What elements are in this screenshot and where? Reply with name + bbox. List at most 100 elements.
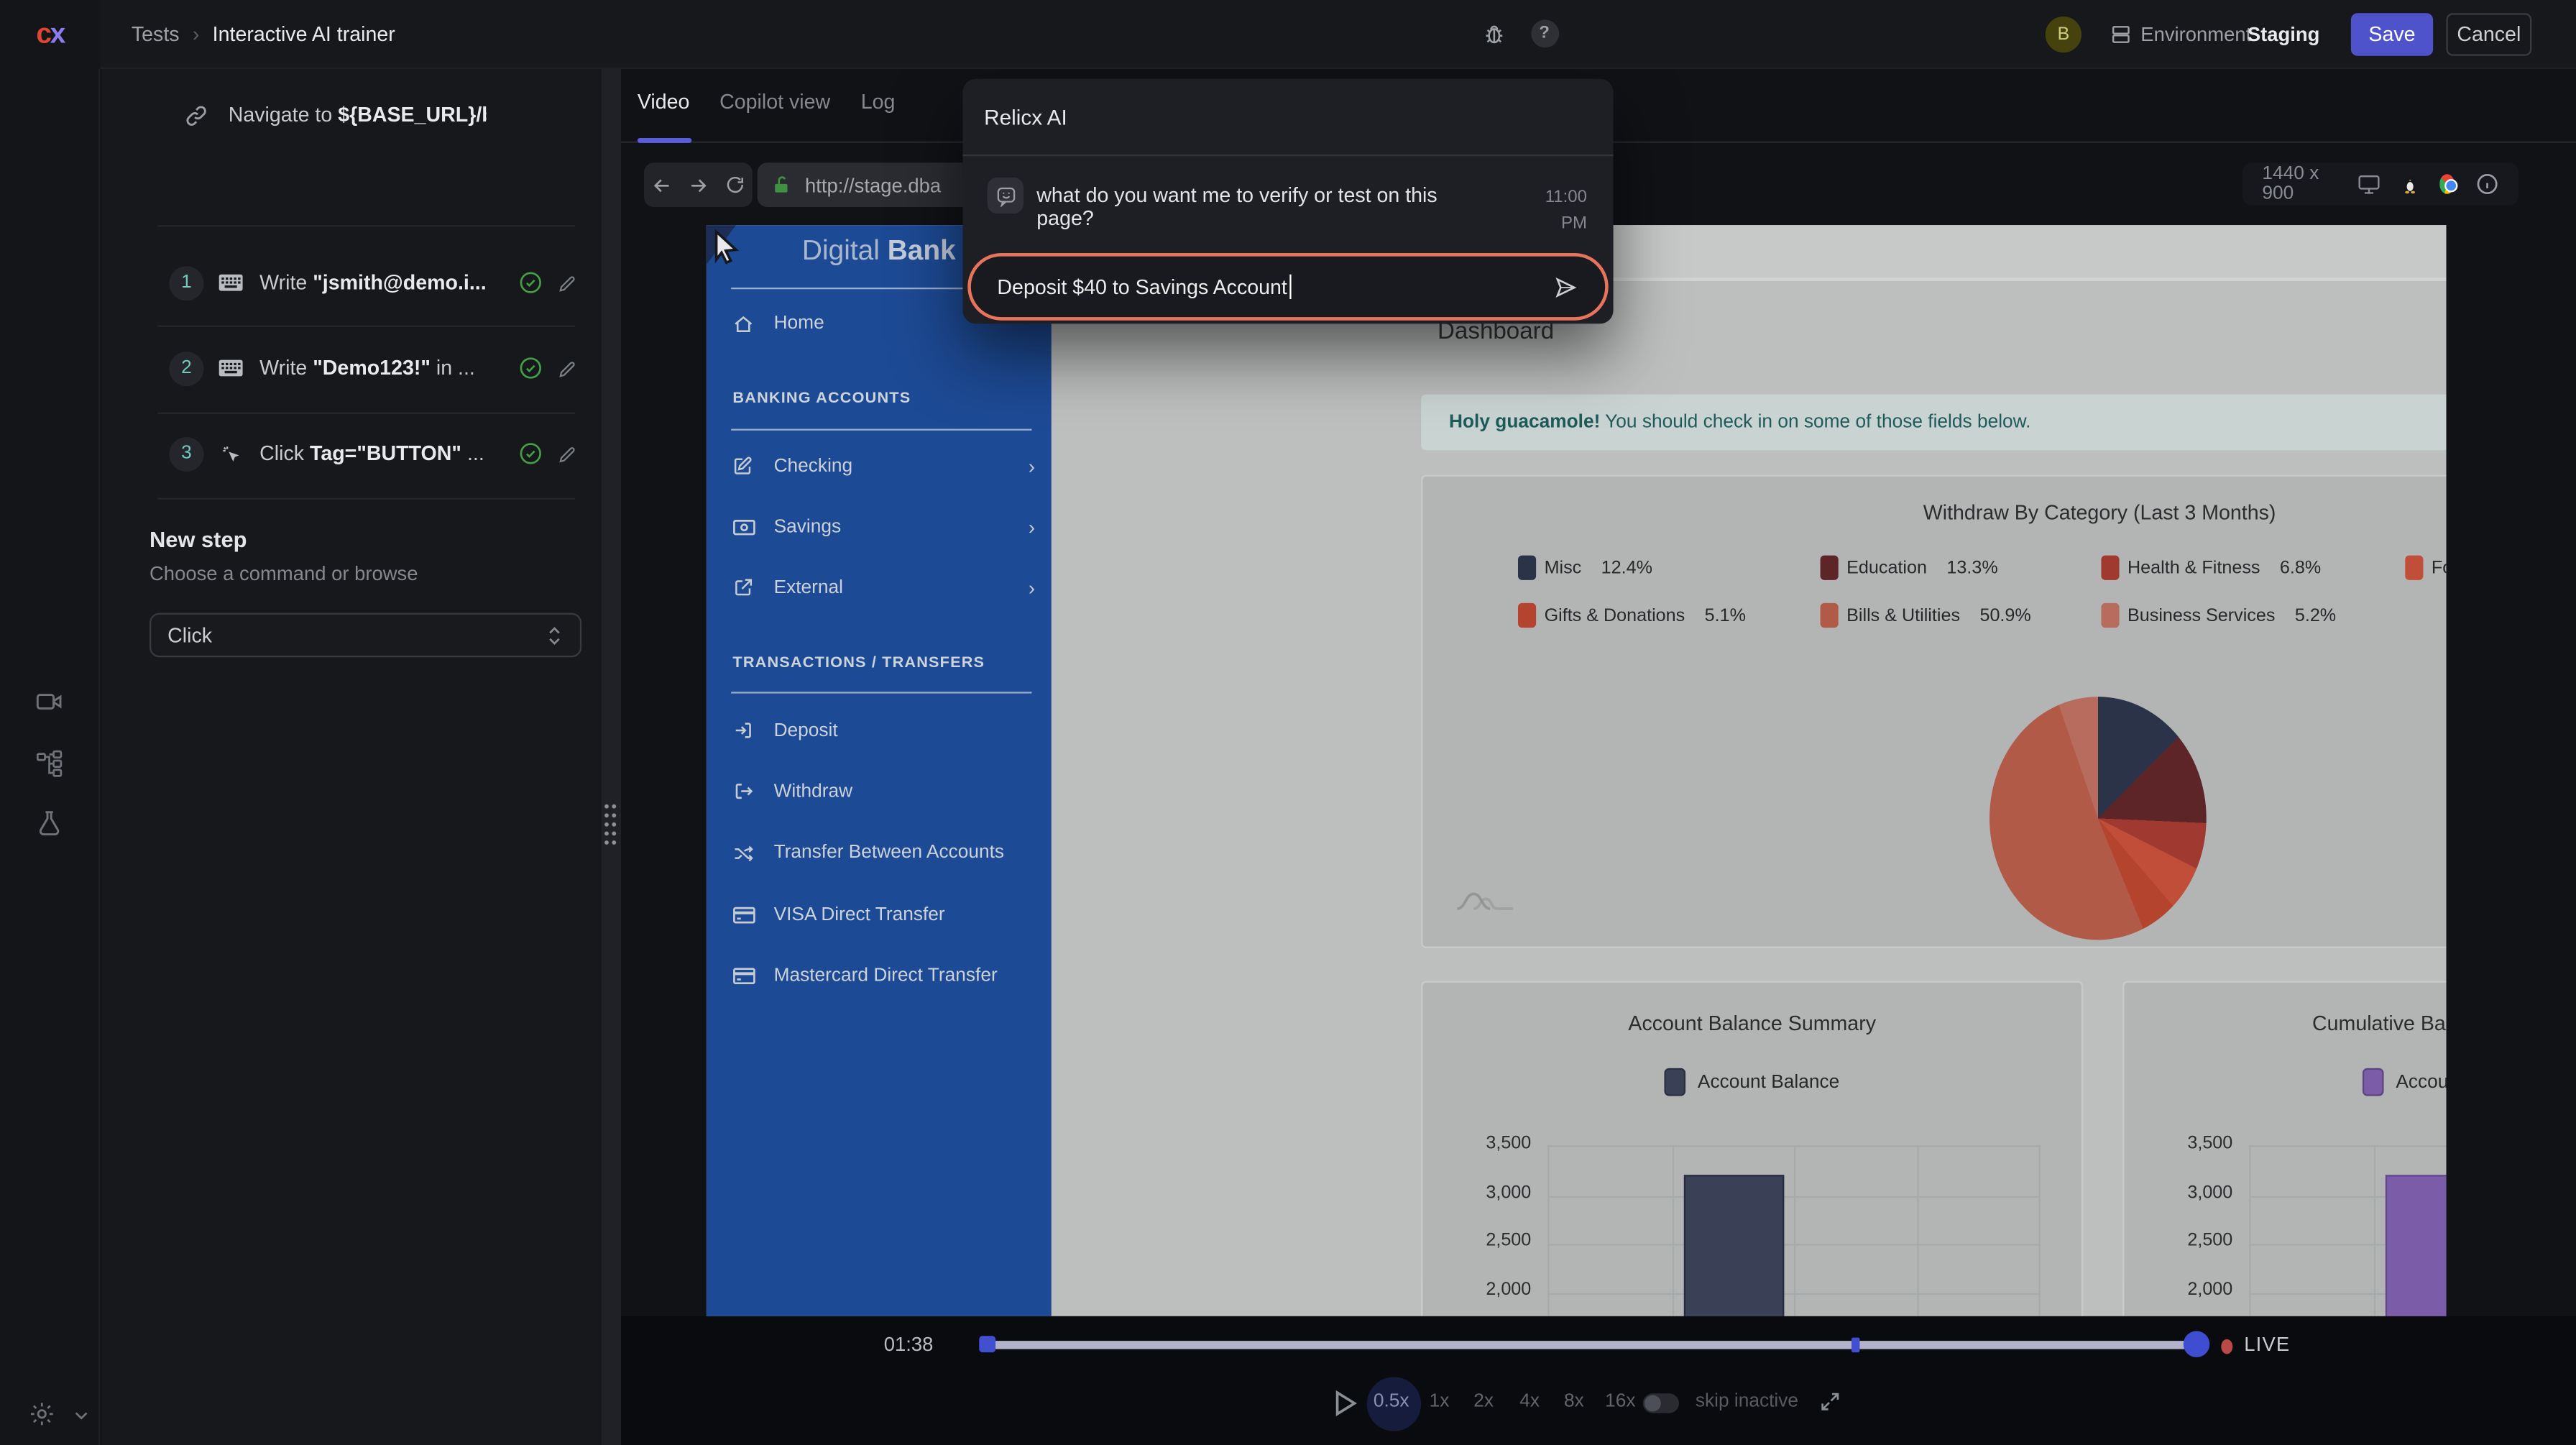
- reload-button[interactable]: [724, 174, 746, 196]
- step-success-icon[interactable]: [519, 357, 542, 380]
- speed-4x[interactable]: 4x: [1519, 1391, 1540, 1410]
- top-bar: cx Tests › Interactive AI trainer ? B En…: [0, 0, 2576, 69]
- fullscreen-icon[interactable]: [1818, 1390, 1841, 1413]
- y-tick: 3,500: [2131, 1134, 2233, 1153]
- left-rail: [0, 69, 100, 1445]
- bank-nav-transfer[interactable]: Transfer Between Accounts: [732, 833, 1035, 873]
- chevron-down-icon[interactable]: [63, 1397, 98, 1433]
- environment-label: Environment: [2140, 23, 2251, 46]
- pie-chart-title: Withdraw By Category (Last 3 Months): [1422, 501, 2446, 524]
- speed-0.5x[interactable]: 0.5x: [1374, 1391, 1409, 1410]
- bank-content: ? Dashboard Holy guacamole! You should c…: [1052, 225, 2447, 1316]
- debug-bug-icon[interactable]: [1476, 15, 1512, 51]
- y-tick: 3,000: [1430, 1183, 1532, 1202]
- link-icon: [184, 103, 208, 127]
- bank-sidebar: Digital Bank Home BANKING ACCOUNTS Check…: [707, 225, 1052, 1316]
- progress-start-thumb[interactable]: [979, 1336, 995, 1352]
- y-tick: 2,000: [2131, 1280, 2233, 1299]
- help-icon[interactable]: ?: [1526, 15, 1562, 51]
- sitemap-icon[interactable]: [31, 744, 67, 780]
- step-row-3[interactable]: 3 Click Tag="BUTTON" ...: [102, 429, 602, 479]
- bank-nav-deposit[interactable]: Deposit: [732, 711, 1035, 751]
- live-label[interactable]: LIVE: [2244, 1332, 2290, 1355]
- legend-item: Bills & Utilities50.9%: [1821, 603, 2102, 628]
- step-row-1[interactable]: 1 Write "jsmith@demo.i...: [102, 258, 602, 308]
- step-success-icon[interactable]: [519, 271, 542, 294]
- edit-step-icon[interactable]: [557, 357, 579, 379]
- ai-question-message: what do you want me to verify or test on…: [1036, 184, 1496, 230]
- tab-copilot-view[interactable]: Copilot view: [719, 91, 830, 114]
- progress-track[interactable]: [983, 1340, 2198, 1348]
- bar-chart-title: Account Balance Summary: [1422, 1012, 2082, 1035]
- ai-instruction-input[interactable]: Deposit $40 to Savings Account: [967, 253, 1608, 321]
- credit-card-icon: [732, 904, 755, 924]
- forward-button[interactable]: [688, 173, 711, 196]
- bank-nav-withdraw[interactable]: Withdraw: [732, 771, 1035, 811]
- bar-chart-title: Cumulative Balance Summary: [2124, 1012, 2446, 1035]
- breadcrumb-separator: ›: [193, 23, 200, 46]
- speed-8x[interactable]: 8x: [1564, 1391, 1584, 1410]
- credit-card-icon: [732, 965, 755, 985]
- ai-panel-title: Relicx AI: [984, 105, 1067, 129]
- user-avatar[interactable]: B: [2046, 17, 2082, 52]
- bank-nav-mastercard-transfer[interactable]: Mastercard Direct Transfer: [732, 955, 1035, 995]
- viewport-info-panel: 1440 x 900: [2242, 162, 2518, 205]
- environment-value[interactable]: Staging: [2248, 23, 2320, 46]
- keyboard-icon: [218, 272, 243, 292]
- resolution-label: 1440 x 900: [2262, 165, 2335, 204]
- cumulative-balance-card: Cumulative Balance Summary Account Balan…: [2122, 981, 2446, 1316]
- browser-nav-panel: [644, 162, 753, 207]
- money-bill-icon: [732, 517, 755, 536]
- send-icon[interactable]: [1552, 274, 1579, 301]
- speed-2x[interactable]: 2x: [1473, 1391, 1494, 1410]
- step-row-2[interactable]: 2 Write "Demo123!" in ...: [102, 344, 602, 393]
- y-tick: 2,500: [1430, 1231, 1532, 1250]
- gear-icon[interactable]: [23, 1395, 59, 1431]
- drag-dots-icon: [603, 802, 620, 848]
- app-logo[interactable]: cx: [0, 0, 100, 69]
- cancel-button[interactable]: Cancel: [2446, 13, 2531, 55]
- step-number: 2: [169, 351, 203, 385]
- panel-resize-handle[interactable]: [602, 69, 621, 1445]
- play-button[interactable]: [1334, 1390, 1357, 1416]
- sign-in-icon: [732, 720, 755, 741]
- bar-chart-legend: Account Balance: [1422, 1068, 2082, 1096]
- tab-log[interactable]: Log: [861, 91, 896, 114]
- bank-nav-checking[interactable]: Checking›: [732, 446, 1035, 486]
- skip-inactive-toggle[interactable]: [1643, 1393, 1679, 1412]
- environment-icon: [2110, 23, 2133, 46]
- speed-1x[interactable]: 1x: [1430, 1391, 1450, 1410]
- back-button[interactable]: [651, 173, 674, 196]
- breadcrumb-tests-link[interactable]: Tests: [132, 23, 180, 46]
- breadcrumb-current: Interactive AI trainer: [213, 23, 395, 46]
- bank-nav-visa-transfer[interactable]: VISA Direct Transfer: [732, 895, 1035, 935]
- video-replay-viewport[interactable]: Digital Bank Home BANKING ACCOUNTS Check…: [707, 225, 2447, 1316]
- external-link-icon: [732, 577, 755, 598]
- new-step-subtitle: Choose a command or browse: [150, 562, 418, 585]
- save-button[interactable]: Save: [2351, 13, 2433, 55]
- step-label: Write "Demo123!" in ...: [259, 357, 486, 380]
- edit-step-icon[interactable]: [557, 443, 579, 464]
- info-icon[interactable]: [2476, 173, 2499, 196]
- edit-step-icon[interactable]: [557, 272, 579, 293]
- progress-knob[interactable]: [2184, 1331, 2210, 1357]
- navigate-step[interactable]: Navigate to ${BASE_URL}/ban...: [102, 91, 602, 140]
- active-tab-underline: [638, 138, 691, 142]
- step-success-icon[interactable]: [519, 442, 542, 465]
- step-label: Write "jsmith@demo.i...: [259, 271, 486, 294]
- step-label: Click Tag="BUTTON" ...: [259, 442, 486, 465]
- command-select[interactable]: Click: [150, 613, 581, 658]
- progress-marker[interactable]: [1852, 1336, 1859, 1352]
- tab-video[interactable]: Video: [638, 91, 690, 114]
- flask-icon[interactable]: [31, 805, 67, 841]
- chat-message-icon: [988, 178, 1024, 214]
- y-tick: 2,500: [2131, 1231, 2233, 1250]
- legend-item: Health & Fitness6.8%: [2101, 556, 2405, 580]
- speed-16x[interactable]: 16x: [1605, 1391, 1635, 1410]
- text-caret: [1289, 275, 1290, 299]
- bank-nav-external[interactable]: External›: [732, 568, 1035, 607]
- video-camera-icon[interactable]: [31, 684, 67, 720]
- bank-nav-savings[interactable]: Savings›: [732, 507, 1035, 546]
- logo-letter-c: c: [36, 18, 50, 51]
- relicx-ai-panel: Relicx AI what do you want me to verify …: [962, 79, 1613, 324]
